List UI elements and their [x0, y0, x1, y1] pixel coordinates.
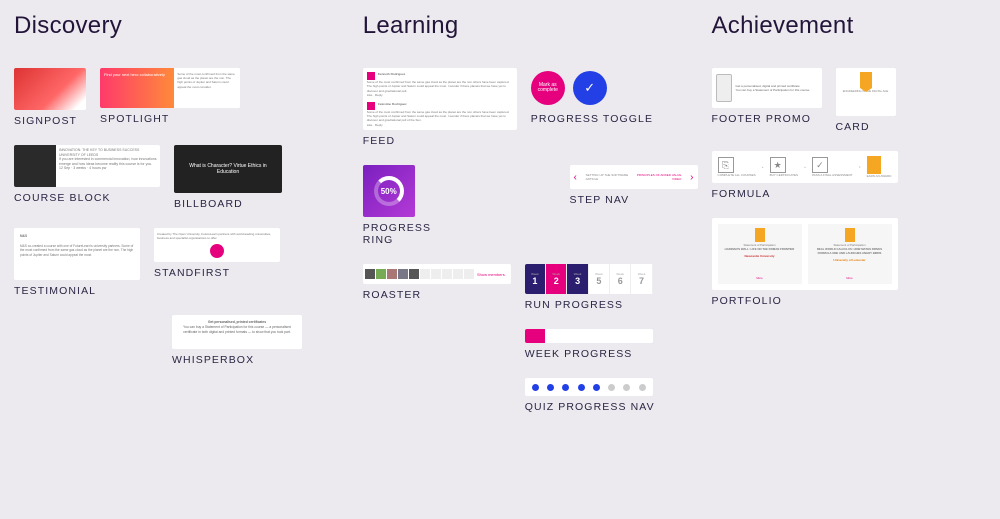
ribbon-icon [755, 228, 765, 242]
thumb-stepnav: ‹ SETTING UP THE SOFTWAREARTICLE PRINCIP… [570, 165, 698, 189]
label-courseblock: COURSE BLOCK [14, 192, 160, 204]
component-testimonial[interactable]: M&SM&S co-created a course with one of F… [14, 228, 140, 297]
component-quizprogressnav[interactable]: QUIZ PROGRESS NAV [525, 378, 655, 413]
column-discovery: Discovery SIGNPOST Find your next hero c… [14, 12, 349, 413]
chevron-left-icon[interactable]: ‹ [574, 172, 577, 183]
thumb-feed: Kenneth RodriguezSome of the most confir… [363, 68, 517, 130]
label-standfirst: STANDFIRST [154, 267, 280, 279]
component-signpost[interactable]: SIGNPOST [14, 68, 86, 127]
component-standfirst[interactable]: Created by The Open University, FutureLe… [154, 228, 280, 279]
label-signpost: SIGNPOST [14, 115, 86, 127]
label-roaster: ROASTER [363, 289, 511, 301]
component-roaster[interactable]: Show members ROASTER [363, 264, 511, 301]
play-icon [210, 244, 224, 258]
component-progressring[interactable]: 50% PROGRESS RING [363, 165, 464, 246]
column-title-learning: Learning [363, 12, 698, 40]
label-weekprogress: WEEK PROGRESS [525, 348, 653, 360]
thumb-signpost [14, 68, 86, 110]
component-card[interactable]: ENGINEERING IN THE DIGITAL AGE CARD [836, 68, 896, 133]
component-courseblock[interactable]: INNOVATION: THE KEY TO BUSINESS SUCCESSU… [14, 145, 160, 204]
label-footerpromo: FOOTER PROMO [712, 113, 822, 125]
label-spotlight: SPOTLIGHT [100, 113, 240, 125]
ribbon-icon [845, 228, 855, 242]
thumb-progresstoggle: Mark as complete ✓ [531, 68, 651, 108]
component-spotlight[interactable]: Find your next hero collaboratively Some… [100, 68, 240, 125]
thumb-whisperbox: Get personalised, printed certificatesYo… [172, 315, 302, 349]
label-billboard: BILLBOARD [174, 198, 282, 210]
chevron-right-icon[interactable]: › [690, 172, 693, 183]
thumb-weekprogress [525, 329, 653, 343]
component-portfolio[interactable]: Statement of ParticipationHADRIAN'S WALL… [712, 218, 898, 307]
label-quizprogressnav: QUIZ PROGRESS NAV [525, 401, 655, 413]
thumb-formula: ⎘COMPLETE ALL COURSES + ★BUY CERTIFICATE… [712, 151, 898, 183]
column-achievement: Achievement Get a personalised, digital … [712, 12, 987, 413]
thumb-spotlight: Find your next hero collaboratively Some… [100, 68, 240, 108]
ribbon-icon [860, 72, 872, 88]
progress-ring-value: 50% [374, 176, 404, 206]
label-runprogress: RUN PROGRESS [525, 299, 653, 311]
completed-check-icon[interactable]: ✓ [573, 71, 607, 105]
component-feed[interactable]: Kenneth RodriguezSome of the most confir… [363, 68, 517, 147]
thumb-quizprogressnav [525, 378, 653, 396]
label-feed: FEED [363, 135, 517, 147]
thumb-progressring: 50% [363, 165, 415, 217]
component-weekprogress[interactable]: WEEK PROGRESS [525, 329, 653, 360]
thumb-testimonial: M&SM&S co-created a course with one of F… [14, 228, 140, 280]
thumb-standfirst: Created by The Open University, FutureLe… [154, 228, 280, 262]
component-whisperbox[interactable]: Get personalised, printed certificatesYo… [172, 315, 302, 366]
label-progresstoggle: PROGRESS TOGGLE [531, 113, 653, 125]
thumb-runprogress: Week1 Week2 Week3 Week5 Week6 Week7 [525, 264, 653, 294]
label-portfolio: PORTFOLIO [712, 295, 898, 307]
component-stepnav[interactable]: ‹ SETTING UP THE SOFTWAREARTICLE PRINCIP… [570, 165, 698, 206]
label-stepnav: STEP NAV [570, 194, 698, 206]
label-card: CARD [836, 121, 896, 133]
mark-complete-button[interactable]: Mark as complete [531, 71, 565, 105]
thumb-courseblock: INNOVATION: THE KEY TO BUSINESS SUCCESSU… [14, 145, 160, 187]
label-testimonial: TESTIMONIAL [14, 285, 140, 297]
column-learning: Learning Kenneth RodriguezSome of the mo… [363, 12, 698, 413]
component-progresstoggle[interactable]: Mark as complete ✓ PROGRESS TOGGLE [531, 68, 653, 125]
thumb-card: ENGINEERING IN THE DIGITAL AGE [836, 68, 896, 116]
component-billboard[interactable]: What is Character? Virtue Ethics in Educ… [174, 145, 282, 210]
label-progressring: PROGRESS RING [363, 222, 464, 246]
column-title-discovery: Discovery [14, 12, 349, 40]
label-whisperbox: WHISPERBOX [172, 354, 302, 366]
column-title-achievement: Achievement [712, 12, 987, 40]
show-members-link[interactable]: Show members [477, 272, 505, 277]
label-formula: FORMULA [712, 188, 898, 200]
component-footerpromo[interactable]: Get a personalised, digital and printed … [712, 68, 822, 125]
component-formula[interactable]: ⎘COMPLETE ALL COURSES + ★BUY CERTIFICATE… [712, 151, 898, 200]
component-runprogress[interactable]: Week1 Week2 Week3 Week5 Week6 Week7 RUN … [525, 264, 653, 311]
thumb-roaster: Show members [363, 264, 511, 284]
thumb-footerpromo: Get a personalised, digital and printed … [712, 68, 822, 108]
phone-icon [716, 74, 732, 102]
thumb-portfolio: Statement of ParticipationHADRIAN'S WALL… [712, 218, 898, 290]
thumb-billboard: What is Character? Virtue Ethics in Educ… [174, 145, 282, 193]
